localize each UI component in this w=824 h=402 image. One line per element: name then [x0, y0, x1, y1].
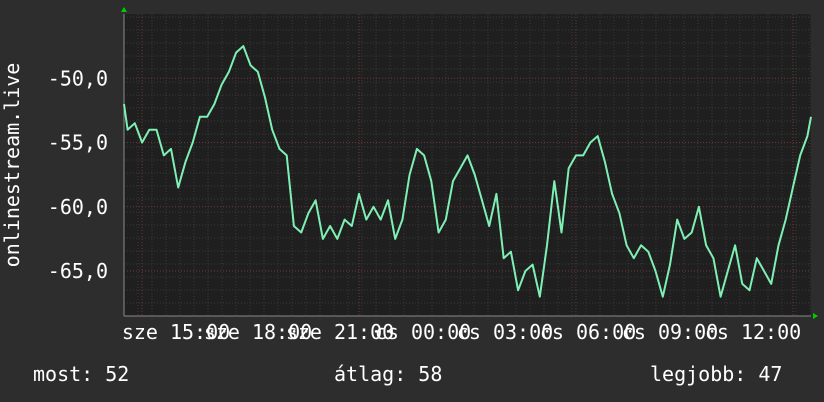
- stat-average: átlag: 58: [334, 362, 443, 386]
- y-tick-label: -65,0: [48, 259, 108, 283]
- y-tick-label: -50,0: [48, 66, 108, 90]
- x-tick-labels: sze 15:00sze 18:00sze 21:00cs 00:00cs 03…: [122, 320, 801, 344]
- plot-area: [124, 14, 811, 316]
- chart: -65,0 -60,0 -55,0 -50,0 sze 15:00sze 18:00s…: [0, 7, 818, 344]
- stat-best: legjobb: 47: [650, 362, 783, 386]
- stat-current: most: 52: [33, 362, 130, 386]
- y-axis-arrow: [121, 7, 127, 12]
- stats-bar: most: 52 átlag: 58 legjobb: 47: [0, 362, 824, 388]
- y-tick-label: -55,0: [48, 131, 108, 155]
- y-tick-label: -60,0: [48, 195, 108, 219]
- y-tick-labels: -65,0 -60,0 -55,0 -50,0: [48, 66, 108, 283]
- x-axis-arrow: [813, 313, 818, 319]
- x-tick-label: cs 09:00: [622, 320, 718, 344]
- x-tick-label: cs 12:00: [705, 320, 801, 344]
- x-tick-label: cs 03:00: [457, 320, 553, 344]
- y-axis-label: onlinestream.live: [0, 63, 24, 268]
